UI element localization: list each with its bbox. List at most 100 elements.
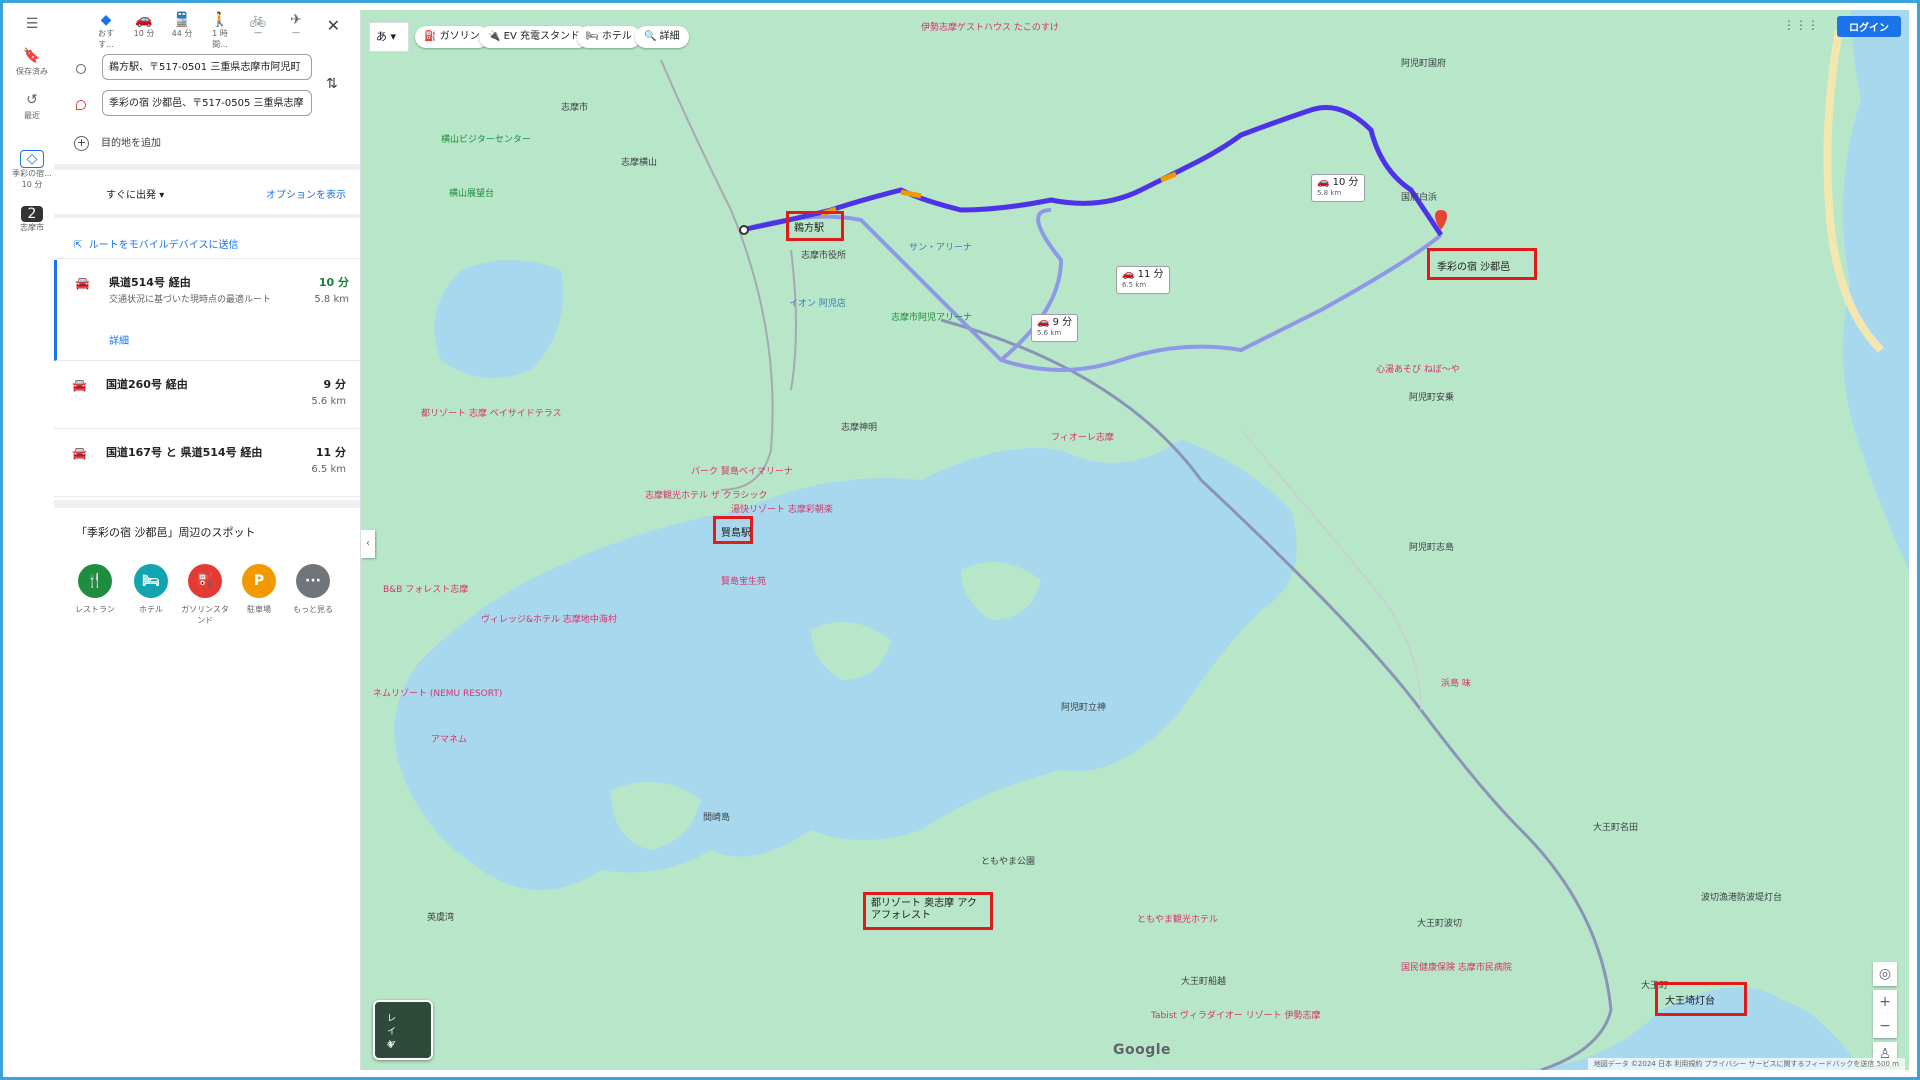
mode-driving[interactable]: 🚗 10 分 [132,12,156,50]
map-poi[interactable]: 伊勢志摩ゲストハウス たこのすけ [921,20,1059,33]
map-poi[interactable]: 心湯あそび ねぼ〜や [1376,362,1460,375]
mode-flight[interactable]: ✈ — [284,12,308,50]
recent-place-item[interactable]: 2 志摩市 [10,206,54,233]
map-poi[interactable]: イオン 阿児店 [789,296,846,309]
my-location-icon[interactable]: ◎ [1873,962,1897,986]
route-details-link[interactable]: 詳細 [109,332,129,347]
options-link[interactable]: オプションを表示 [266,186,346,201]
recent-directions-item[interactable]: ◇ 季彩の宿... 10 分 [10,150,54,190]
category-restaurant[interactable]: 🍴 レストラン [70,564,120,615]
route-tag[interactable]: 🚗 11 分 6.5 km [1116,266,1170,294]
map-poi[interactable]: ネムリゾート (NEMU RESORT) [373,686,502,699]
highlight-label: 大王埼灯台 [1665,996,1715,1007]
map-label: 大王町名田 [1593,823,1639,833]
mode-walking[interactable]: 🚶 1 時間... [208,12,232,50]
chevron-down-icon: ▾ [159,190,165,201]
highlight-daiozaki-lighthouse[interactable]: 大王埼灯台 [1655,982,1747,1016]
destination-input[interactable]: 季彩の宿 沙都邑、〒517-0505 三重県志摩 [102,90,312,116]
car-icon: 🚘 [72,378,87,392]
more-icon: ··· [296,564,330,598]
map-poi[interactable]: 浜島 味 [1441,676,1471,689]
layers-label: レイヤ [387,1014,397,1050]
map-label: 波切漁港防波堤灯台 [1701,893,1783,903]
route-name: 県道514号 経由 [109,276,191,289]
zoom-out-button[interactable]: − [1873,1014,1897,1038]
route-option[interactable]: 🚘 県道514号 経由 10 分 交通状況に基づいた現時点の最適ルート 5.8 … [54,260,363,361]
route-tag[interactable]: 🚗 10 分 5.8 km [1311,174,1365,202]
map-poi[interactable]: フィオーレ志摩 [1051,430,1114,443]
chip-label: EV 充電スタンド [503,31,580,42]
map-poi[interactable]: アマネム [431,732,467,745]
map-poi[interactable]: 志摩市阿児アリーナ [891,310,972,323]
chip-more[interactable]: 🔍 詳細 [635,26,689,48]
saved-button[interactable]: 🔖 保存済み [10,48,54,77]
map-label: 志摩横山 [621,158,658,168]
category-more[interactable]: ··· もっと見る [288,564,338,615]
map-poi[interactable]: B&B フォレスト志摩 [383,582,468,595]
walk-icon: 🚶 [211,12,229,28]
history-icon: ↺ [26,92,38,108]
send-icon: ⇱ [74,240,83,251]
car-icon: 🚗 [1317,177,1330,188]
highlight-satoyu[interactable]: 季彩の宿 沙都邑 [1427,248,1537,280]
map-poi[interactable]: 都リゾート 志摩 ベイサイドテラス [421,406,562,419]
chip-hotel[interactable]: 🛏 ホテル [577,26,641,48]
map-label: 間崎島 [703,813,731,823]
login-button[interactable]: ログイン [1837,16,1901,37]
map-canvas[interactable]: あ ▾ ⛽ ガソリン 🔌 EV 充電スタンド 🛏 ホテル 🔍 詳細 ⋮⋮⋮ ログ… [361,10,1909,1070]
map-poi[interactable]: サン・アリーナ [909,240,972,253]
route-tag[interactable]: 🚗 9 分 5.6 km [1031,314,1079,342]
map-poi[interactable]: 賢島宝生苑 [721,574,766,587]
add-destination-button[interactable]: + 目的地を追加 [74,134,161,151]
menu-button[interactable]: ☰ [10,16,54,34]
map-poi[interactable]: 湯快リゾート 志摩彩朝楽 [731,502,833,515]
close-icon[interactable]: ✕ [327,16,340,35]
transit-icon: 🚆 [173,12,191,28]
swap-icon[interactable]: ⇅ [326,76,338,92]
zoom-in-button[interactable]: + [1873,990,1897,1014]
category-hotel[interactable]: 🛏 ホテル [126,564,176,615]
mode-transit[interactable]: 🚆 44 分 [170,12,194,50]
chip-gas[interactable]: ⛽ ガソリン [415,26,489,48]
origin-input[interactable]: 鵜方駅、〒517-0501 三重県志摩市阿児町 [102,54,312,80]
directions-icon: ◆ [100,12,112,28]
send-to-device-link[interactable]: ⇱ ルートをモバイルデバイスに送信 [74,236,238,251]
collapse-panel-button[interactable]: ‹ [361,530,375,558]
map-poi[interactable]: パーク 賢島ベイマリーナ [691,464,793,477]
category-label: ガソリンスタンド [181,605,229,625]
map-poi[interactable]: ともやま観光ホテル [1137,912,1218,925]
map-poi[interactable]: 横山ビジターセンター [441,132,531,145]
recent-button[interactable]: ↺ 最近 [10,92,54,121]
depart-dropdown[interactable]: すぐに出発 ▾ [106,186,164,201]
route-option[interactable]: 🚘 国道167号 と 県道514号 経由 11 分 6.5 km [54,430,360,497]
mode-label: — [292,28,300,37]
plus-icon: + [74,136,89,151]
route-option[interactable]: 🚘 国道260号 経由 9 分 5.6 km [54,362,360,429]
car-icon: 🚗 [135,12,153,28]
highlight-kashikojima-station[interactable]: 賢島駅 [713,516,753,544]
ime-selector[interactable]: あ ▾ [369,22,409,52]
chip-label: ガソリン [439,31,480,42]
category-parking[interactable]: P 駐車場 [234,564,284,615]
map-poi[interactable]: ヴィレッジ&ホテル 志摩地中海村 [481,612,617,625]
map-poi[interactable]: Tabist ヴィラダイオー リゾート 伊勢志摩 [1151,1008,1321,1021]
map-poi[interactable]: 横山展望台 [449,186,494,199]
mode-recommended[interactable]: ◆ おすす... [94,12,118,50]
chip-ev[interactable]: 🔌 EV 充電スタンド [479,26,589,48]
category-label: レストラン [75,605,115,614]
car-icon: 🚗 [1037,317,1050,328]
map-label: ともやま公園 [981,857,1036,867]
map-label: 英虞湾 [427,913,455,923]
layers-button[interactable]: ◈ レイヤ [373,1000,433,1060]
apps-icon[interactable]: ⋮⋮⋮ [1783,18,1819,32]
divider [54,164,360,170]
map-label: 志摩市役所 [801,251,847,261]
highlight-ugata-station[interactable]: 鵜方駅 [786,211,844,241]
map-poi[interactable]: 国民健康保険 志摩市民病院 [1401,960,1512,973]
map-label: 阿児町志島 [1409,543,1455,553]
mode-bicycle[interactable]: 🚲 — [246,12,270,50]
map-poi[interactable]: 志摩観光ホテル ザ クラシック [645,488,768,501]
route-tag-dist: 5.6 km [1037,329,1062,337]
highlight-miyako-aquaforest[interactable]: 都リゾート 奥志摩 アクアフォレスト [863,892,993,930]
category-gas[interactable]: ⛽ ガソリンスタンド [180,564,230,626]
